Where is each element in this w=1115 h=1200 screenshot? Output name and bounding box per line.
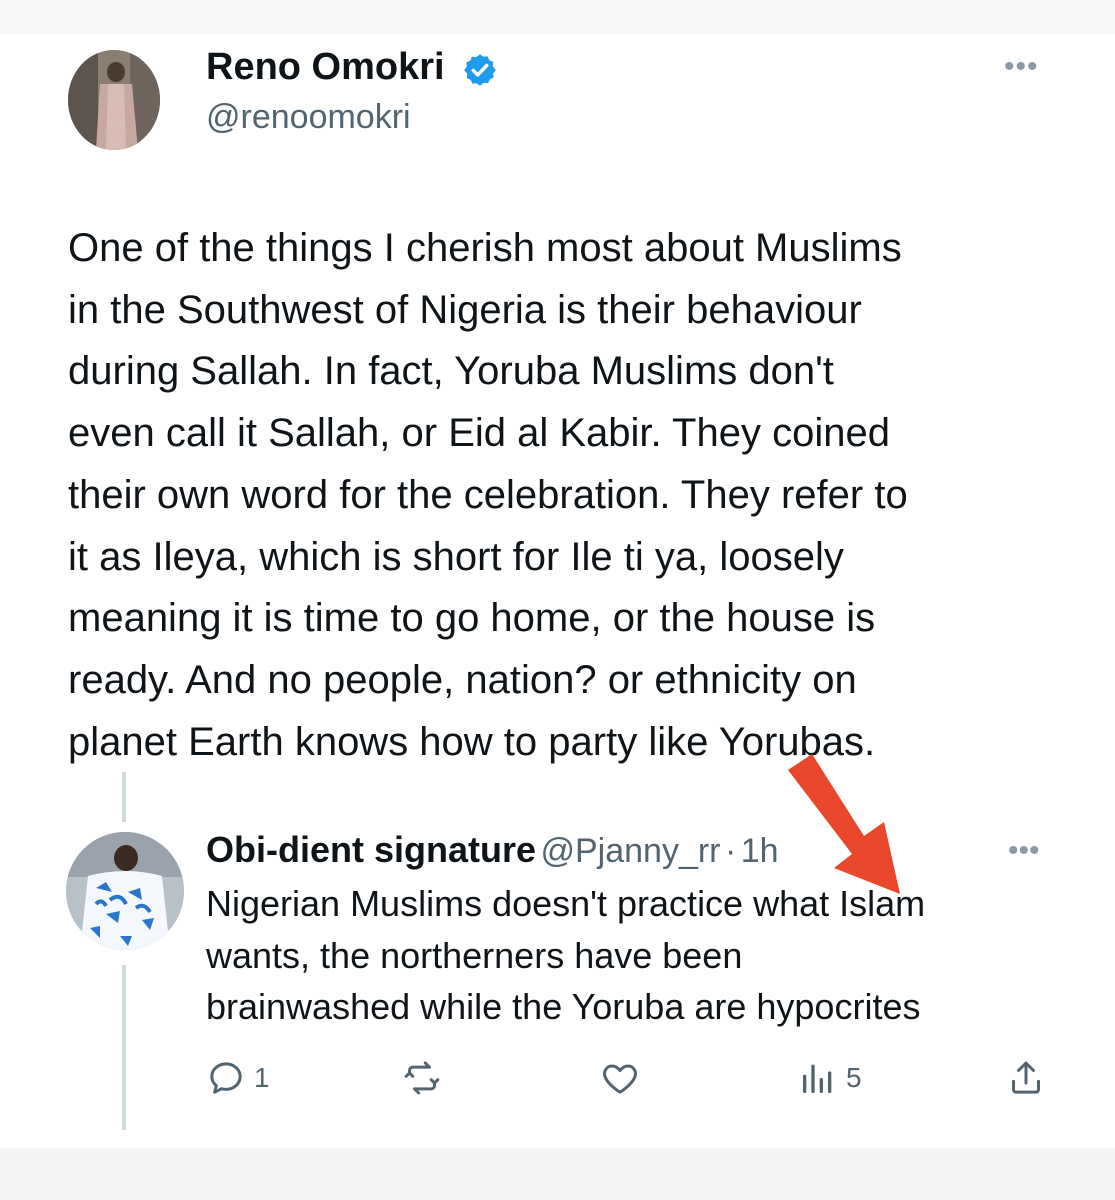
tweet-text-line: ready. And no people, nation? or ethnici…: [68, 657, 857, 702]
avatar-photo: [66, 832, 184, 950]
verified-badge-icon: [464, 54, 496, 86]
reply-author-name[interactable]: Obi-dient signature: [206, 829, 536, 870]
thread-connector: [122, 772, 126, 822]
reply-header: Obi-dient signature @Pjanny_rr · 1h: [206, 826, 779, 874]
reply-count: 1: [254, 1062, 270, 1093]
retweet-button[interactable]: [402, 1054, 442, 1102]
reply-button[interactable]: 1: [206, 1054, 270, 1102]
more-options-icon[interactable]: •••: [1004, 52, 1039, 82]
tweet-text-line: planet Earth knows how to party like Yor…: [68, 719, 876, 764]
reply-separator: ·: [724, 832, 737, 870]
author-name[interactable]: Reno Omokri: [206, 44, 445, 90]
author-avatar[interactable]: [68, 50, 160, 150]
reply-text-line: brainwashed while the Yoruba are hypocri…: [206, 986, 921, 1027]
views-button[interactable]: 5: [798, 1054, 862, 1102]
more-options-icon[interactable]: •••: [1008, 836, 1040, 866]
reply-timestamp[interactable]: 1h: [741, 832, 779, 870]
views-count: 5: [846, 1062, 862, 1093]
bottom-band: [0, 1148, 1115, 1200]
tweet-text: One of the things I cherish most about M…: [68, 218, 1068, 773]
reply-author-avatar[interactable]: [66, 832, 184, 950]
retweet-icon: [404, 1061, 440, 1095]
tweet-text-line: One of the things I cherish most about M…: [68, 226, 902, 270]
reply-icon: [210, 1062, 242, 1094]
like-button[interactable]: [600, 1054, 640, 1102]
author-handle[interactable]: @renoomokri: [206, 96, 411, 138]
share-icon: [1012, 1061, 1040, 1094]
red-arrow-annotation: [788, 754, 900, 894]
heart-icon: [603, 1064, 637, 1094]
tweet-text-line: their own word for the celebration. They…: [68, 472, 908, 517]
tweet-text-line: it as Ileya, which is short for Ile ti y…: [68, 534, 844, 579]
views-icon: [803, 1064, 832, 1093]
reply-text: Nigerian Muslims doesn't practice what I…: [206, 878, 1086, 1033]
reply-text-line: wants, the northerners have been: [206, 934, 743, 976]
reply-author-handle[interactable]: @Pjanny_rr: [540, 832, 720, 870]
tweet-text-line: during Sallah. In fact, Yoruba Muslims d…: [68, 349, 834, 394]
top-band: [0, 0, 1115, 34]
share-button[interactable]: [1006, 1054, 1046, 1102]
reply-action-bar: 1 5: [0, 1050, 1115, 1106]
tweet-text-line: meaning it is time to go home, or the ho…: [68, 596, 876, 641]
reply-text-line: Nigerian Muslims doesn't practice what I…: [206, 883, 926, 924]
tweet-text-line: even call it Sallah, or Eid al Kabir. Th…: [68, 411, 890, 456]
tweet-text-line: in the Southwest of Nigeria is their beh…: [68, 287, 862, 332]
avatar-photo: [68, 50, 160, 150]
